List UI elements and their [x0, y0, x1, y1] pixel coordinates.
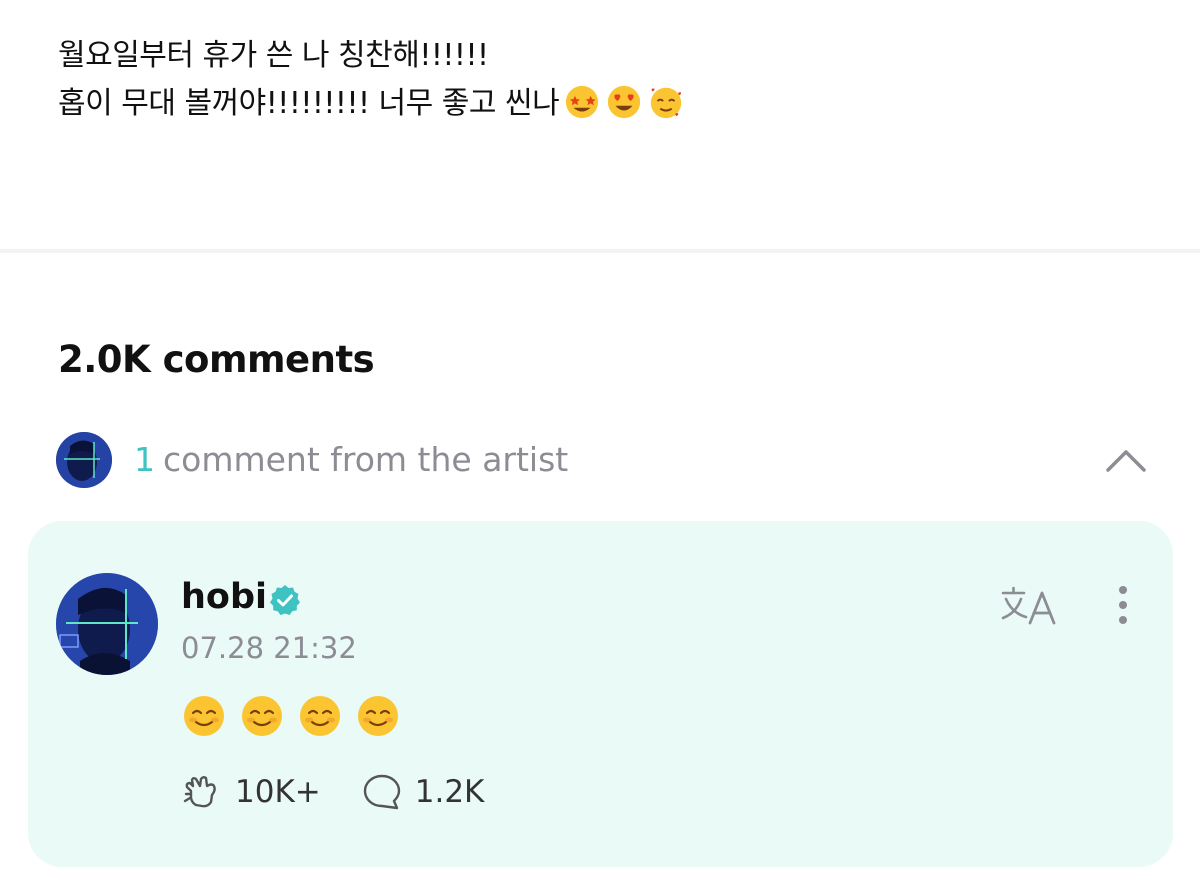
star-struck-emoji	[566, 85, 599, 119]
smiling-face-emoji	[242, 696, 282, 736]
smiling-face-emoji	[358, 696, 398, 736]
artist-avatar[interactable]	[56, 573, 158, 675]
chevron-up-icon[interactable]	[1102, 442, 1150, 478]
artist-comment-card: hobi 07.28 21:32 10K+ 1.2K	[28, 521, 1173, 867]
reply-count: 1.2K	[414, 774, 485, 810]
like-count: 10K+	[235, 774, 321, 810]
verified-badge-icon	[270, 585, 300, 615]
like-button[interactable]: 10K+	[181, 771, 361, 813]
artist-avatar-small	[56, 432, 112, 488]
cheer-icon	[183, 776, 216, 808]
smiling-face-emoji	[300, 696, 340, 736]
post-text-line-2: 홉이 무대 볼꺼야!!!!!!!!! 너무 좋고 씬나	[58, 80, 1158, 128]
post-text-line-2-text: 홉이 무대 볼꺼야!!!!!!!!! 너무 좋고 씬나	[58, 86, 560, 121]
artist-comment-label: comment from the artist	[163, 440, 569, 479]
comment-timestamp: 07.28 21:32	[181, 631, 357, 665]
post-body: 월요일부터 휴가 쓴 나 칭찬해!!!!!! 홉이 무대 볼꺼야!!!!!!!!…	[58, 32, 1158, 128]
artist-comment-count: 1	[134, 440, 155, 479]
post-text-line-1: 월요일부터 휴가 쓴 나 칭찬해!!!!!!	[58, 38, 489, 73]
comment-stats: 10K+ 1.2K	[181, 771, 524, 815]
reply-bubble-icon	[363, 774, 400, 810]
comments-count-title: 2.0K comments	[58, 338, 375, 381]
artist-comment-summary: 1 comment from the artist	[134, 440, 568, 479]
more-vertical-icon[interactable]	[1108, 583, 1138, 633]
heart-eyes-emoji	[608, 85, 641, 119]
translate-icon[interactable]	[1000, 585, 1060, 627]
smiling-face-with-hearts-emoji	[651, 87, 682, 119]
comment-author-name[interactable]: hobi	[181, 577, 267, 617]
section-divider	[0, 249, 1200, 253]
reply-button[interactable]: 1.2K	[361, 771, 525, 813]
smiling-face-emoji	[184, 696, 224, 736]
comment-content	[181, 693, 413, 743]
artist-comments-toggle[interactable]: 1 comment from the artist	[56, 432, 1156, 488]
